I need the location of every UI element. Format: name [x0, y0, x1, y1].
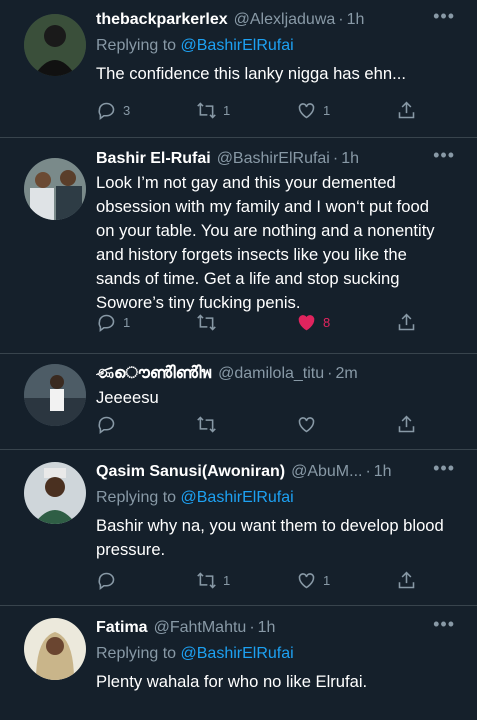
- separator-dot: ·: [332, 150, 339, 167]
- share-button[interactable]: [396, 100, 417, 121]
- avatar[interactable]: [24, 158, 86, 220]
- replying-to: Replying to @BashirElRufai: [96, 488, 477, 508]
- retweet-icon: [197, 101, 216, 119]
- replying-to-link[interactable]: @BashirElRufai: [181, 645, 294, 662]
- separator-dot: ·: [338, 11, 344, 28]
- timestamp[interactable]: 1h: [341, 149, 359, 169]
- like-icon: [298, 572, 315, 588]
- separator-dot: ·: [327, 365, 333, 382]
- user-handle[interactable]: @AbuM...: [291, 462, 362, 482]
- tweet-text: Bashir why na, you want them to develop …: [96, 516, 444, 559]
- more-icon[interactable]: •••: [433, 145, 455, 166]
- tweet-header: ණൌൺിൺിพ @damilola_titu · 2m: [96, 364, 477, 384]
- retweet-button[interactable]: [196, 414, 266, 435]
- tweet-feed: thebackparkerlex @Alexljaduwa · 1h ••• R…: [0, 0, 477, 720]
- like-button[interactable]: 1: [296, 100, 366, 121]
- reply-icon: [98, 314, 115, 332]
- tweet-header: Fatima @FahtMahtu · 1h: [96, 618, 477, 638]
- like-icon: [298, 102, 315, 118]
- retweet-button[interactable]: 1: [196, 570, 266, 591]
- retweet-icon: [197, 571, 216, 589]
- tweet-actions: 3 1 1: [96, 98, 417, 122]
- share-icon: [398, 415, 415, 432]
- retweet-count: 1: [223, 102, 231, 118]
- display-name[interactable]: Qasim Sanusi(Awoniran): [96, 462, 285, 482]
- replying-label: Replying to: [96, 37, 181, 54]
- more-icon[interactable]: •••: [433, 614, 455, 635]
- tweet-actions: 1 8: [96, 310, 417, 334]
- tweet-text: The confidence this lanky nigga has ehn.…: [96, 64, 406, 83]
- tweet-header: Bashir El-Rufai @BashirElRufai · 1h: [96, 149, 477, 169]
- tweet-actions: 1 1: [96, 568, 417, 592]
- like-button[interactable]: [296, 414, 366, 435]
- display-name[interactable]: ණൌൺിൺിพ: [96, 364, 212, 384]
- share-icon: [398, 101, 415, 118]
- avatar[interactable]: [24, 462, 86, 524]
- replying-to-link[interactable]: @BashirElRufai: [181, 37, 294, 54]
- replying-to: Replying to @BashirElRufai: [96, 36, 477, 56]
- display-name[interactable]: Bashir El-Rufai: [96, 149, 211, 169]
- like-icon: [298, 314, 315, 330]
- retweet-icon: [197, 313, 216, 331]
- tweet[interactable]: ණൌൺിൺിพ @damilola_titu · 2m Jeeeesu: [0, 354, 477, 450]
- like-count: 1: [323, 102, 331, 118]
- reply-button[interactable]: [96, 414, 166, 435]
- avatar[interactable]: [24, 364, 86, 426]
- like-button[interactable]: 1: [296, 570, 366, 591]
- replying-label: Replying to: [96, 645, 181, 662]
- tweet-actions: [96, 412, 417, 436]
- tweet-text: Plenty wahala for who no like Elrufai.: [96, 672, 368, 691]
- replying-to-link[interactable]: @BashirElRufai: [181, 489, 294, 506]
- tweet[interactable]: thebackparkerlex @Alexljaduwa · 1h ••• R…: [0, 0, 477, 138]
- share-button[interactable]: [396, 570, 417, 591]
- reply-icon: [98, 416, 115, 434]
- timestamp[interactable]: 2m: [335, 364, 357, 384]
- more-icon[interactable]: •••: [433, 458, 455, 479]
- user-handle[interactable]: @Alexljaduwa: [234, 10, 336, 30]
- display-name[interactable]: Fatima: [96, 618, 148, 638]
- timestamp[interactable]: 1h: [374, 462, 392, 482]
- like-button[interactable]: 8: [296, 312, 366, 333]
- replying-to: Replying to @BashirElRufai: [96, 644, 477, 664]
- tweet-text: Look I’m not gay and this your demented …: [96, 173, 435, 312]
- retweet-count: 1: [223, 572, 231, 588]
- reply-button[interactable]: [96, 570, 166, 591]
- retweet-icon: [197, 415, 216, 433]
- tweet-header: thebackparkerlex @Alexljaduwa · 1h: [96, 10, 477, 30]
- user-handle[interactable]: @FahtMahtu: [154, 618, 247, 638]
- avatar[interactable]: [24, 14, 86, 76]
- share-button[interactable]: [396, 414, 417, 435]
- separator-dot: ·: [365, 463, 371, 480]
- tweet-text: Jeeeesu: [96, 388, 159, 407]
- avatar[interactable]: [24, 618, 86, 680]
- retweet-button[interactable]: 1: [196, 100, 266, 121]
- reply-button[interactable]: 1: [96, 312, 166, 333]
- reply-icon: [98, 572, 115, 590]
- separator-dot: ·: [249, 619, 255, 636]
- share-icon: [398, 571, 415, 588]
- reply-icon: [98, 102, 115, 120]
- display-name[interactable]: thebackparkerlex: [96, 10, 228, 30]
- tweet[interactable]: Fatima @FahtMahtu · 1h ••• Replying to @…: [0, 606, 477, 720]
- user-handle[interactable]: @BashirElRufai: [217, 149, 330, 169]
- more-icon[interactable]: •••: [433, 6, 455, 27]
- tweet[interactable]: Qasim Sanusi(Awoniran) @AbuM... · 1h •••…: [0, 450, 477, 606]
- like-count: 8: [323, 314, 331, 330]
- timestamp[interactable]: 1h: [258, 618, 276, 638]
- tweet[interactable]: Bashir El-Rufai @BashirElRufai · 1h ••• …: [0, 138, 477, 354]
- share-icon: [398, 313, 415, 330]
- like-icon: [298, 416, 315, 432]
- reply-button[interactable]: 3: [96, 100, 166, 121]
- like-count: 1: [323, 572, 331, 588]
- tweet-header: Qasim Sanusi(Awoniran) @AbuM... · 1h: [96, 462, 477, 482]
- reply-count: 3: [123, 102, 131, 118]
- user-handle[interactable]: @damilola_titu: [218, 364, 324, 384]
- replying-label: Replying to: [96, 489, 181, 506]
- retweet-button[interactable]: [196, 312, 266, 333]
- timestamp[interactable]: 1h: [347, 10, 365, 30]
- reply-count: 1: [123, 314, 131, 330]
- share-button[interactable]: [396, 312, 417, 333]
